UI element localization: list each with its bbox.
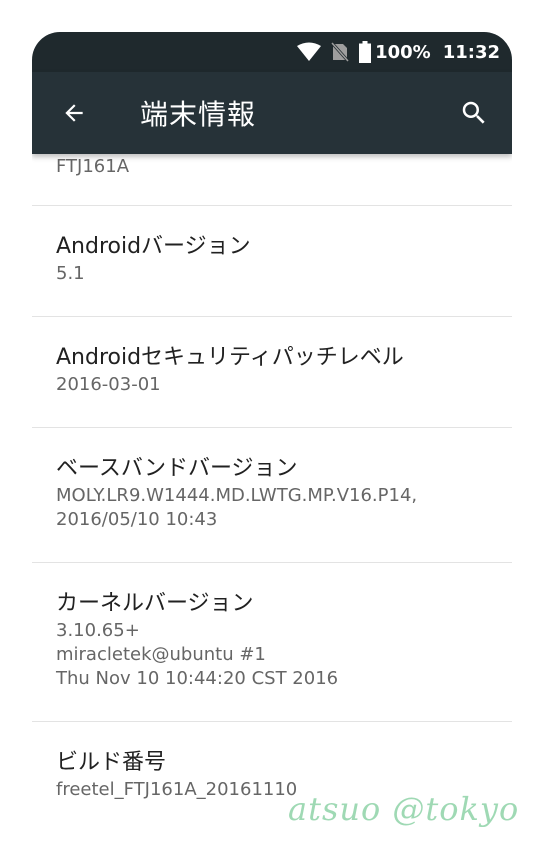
app-bar: 端末情報 [32, 72, 512, 154]
list-item-android-version[interactable]: Androidバージョン 5.1 [32, 206, 512, 317]
battery-percent: 100% [375, 41, 431, 63]
phone-screen: 100% 11:32 端末情報 FTJ161A Androidバージョン 5.1… [32, 32, 512, 864]
battery-icon [359, 41, 372, 63]
item-label: カーネルバージョン [56, 591, 254, 616]
item-value: 3.10.65+ miracletek@ubuntu #1 Thu Nov 10… [56, 620, 339, 689]
page-title: 端末情報 [140, 98, 257, 131]
list-item-security-patch[interactable]: Androidセキュリティパッチレベル 2016-03-01 [32, 317, 512, 428]
item-value: 5.1 [56, 263, 85, 284]
item-label: ベースバンドバージョン [56, 456, 298, 481]
wifi-icon [297, 42, 322, 62]
watermark: atsuo @tokyo [288, 790, 520, 828]
list-item-baseband[interactable]: ベースバンドバージョン MOLY.LR9.W1444.MD.LWTG.MP.V1… [32, 428, 512, 563]
item-label: Androidバージョン [56, 234, 251, 259]
search-icon [462, 101, 485, 124]
settings-list: FTJ161A Androidバージョン 5.1 Androidセキュリティパッ… [32, 154, 512, 832]
back-button[interactable] [32, 72, 116, 154]
item-label: ビルド番号 [56, 750, 167, 775]
item-value: FTJ161A [56, 156, 130, 177]
status-clock: 11:32 [442, 41, 500, 63]
arrow-back-icon [65, 104, 83, 122]
list-item-kernel[interactable]: カーネルバージョン 3.10.65+ miracletek@ubuntu #1 … [32, 563, 512, 722]
list-item-model[interactable]: FTJ161A [32, 154, 512, 206]
item-label: Androidセキュリティパッチレベル [56, 345, 404, 370]
search-button[interactable] [436, 72, 512, 154]
no-sim-icon [331, 42, 350, 62]
item-value: 2016-03-01 [56, 374, 161, 395]
item-value: MOLY.LR9.W1444.MD.LWTG.MP.V16.P14, 2016/… [56, 485, 418, 530]
status-bar: 100% 11:32 [32, 32, 512, 72]
